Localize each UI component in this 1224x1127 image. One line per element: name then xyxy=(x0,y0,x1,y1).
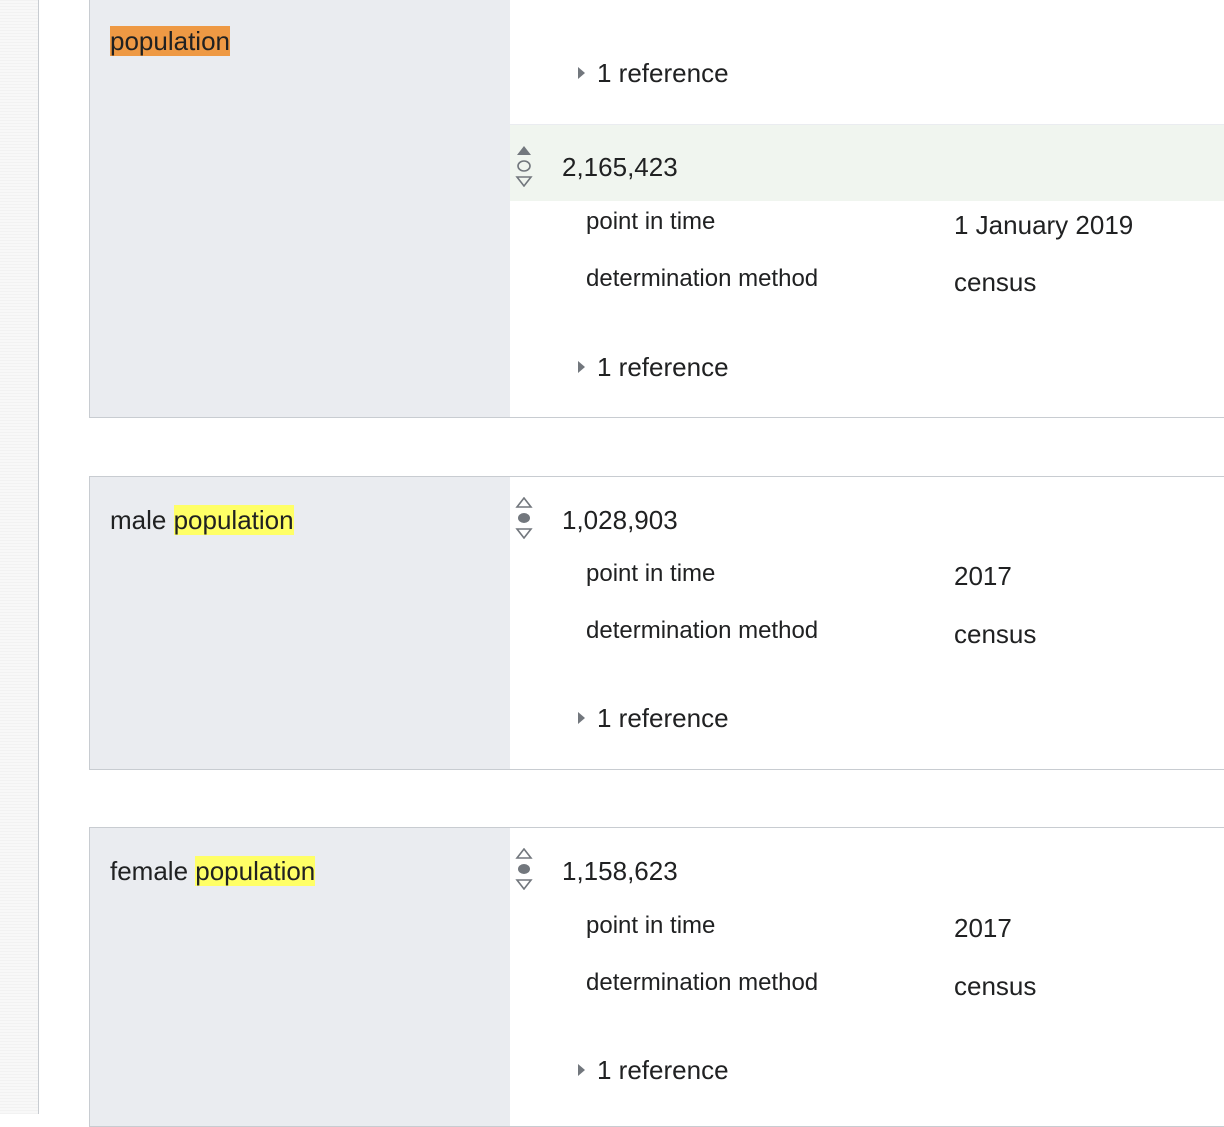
property-label-prefix: female xyxy=(110,856,196,886)
property-cell: female population xyxy=(90,828,510,1126)
statement-group-population: population 1 reference 2,165,423 point i… xyxy=(89,0,1224,418)
property-label[interactable]: female population xyxy=(110,855,316,887)
qualifier-value[interactable]: census xyxy=(954,266,1036,298)
references-toggle[interactable]: 1 reference xyxy=(578,57,729,89)
references-label: 1 reference xyxy=(597,58,729,88)
find-match-current: population xyxy=(110,26,230,56)
rank-selector-icon[interactable] xyxy=(515,145,533,187)
expand-triangle-icon xyxy=(578,1064,585,1076)
references-toggle[interactable]: 1 reference xyxy=(578,351,729,383)
statement-value[interactable]: 2,165,423 xyxy=(562,151,678,183)
find-match: population xyxy=(195,856,316,886)
rank-selector-icon[interactable] xyxy=(515,497,533,539)
property-cell: population xyxy=(90,0,510,417)
references-toggle[interactable]: 1 reference xyxy=(578,702,729,734)
qualifier-property[interactable]: determination method xyxy=(586,968,818,998)
statement: 1,158,623 point in time 2017 determinati… xyxy=(510,828,1224,1126)
property-label[interactable]: population xyxy=(110,25,230,57)
statement: 1,028,903 point in time 2017 determinati… xyxy=(510,477,1224,769)
statement-value[interactable]: 1,028,903 xyxy=(562,504,678,536)
find-match: population xyxy=(173,505,294,535)
references-toggle[interactable]: 1 reference xyxy=(578,1054,729,1086)
qualifier-value[interactable]: 1 January 2019 xyxy=(954,209,1133,241)
references-label: 1 reference xyxy=(597,703,729,733)
references-label: 1 reference xyxy=(597,352,729,382)
qualifier-value[interactable]: census xyxy=(954,970,1036,1002)
qualifier-property[interactable]: point in time xyxy=(586,559,715,589)
property-label-prefix: male xyxy=(110,505,174,535)
qualifier-value[interactable]: census xyxy=(954,618,1036,650)
expand-triangle-icon xyxy=(578,712,585,724)
property-label[interactable]: male population xyxy=(110,504,294,536)
qualifier-property[interactable]: determination method xyxy=(586,616,818,646)
statement: 1 reference xyxy=(510,0,1224,125)
expand-triangle-icon xyxy=(578,67,585,79)
qualifier-value[interactable]: 2017 xyxy=(954,912,1012,944)
qualifier-property[interactable]: point in time xyxy=(586,207,715,237)
qualifier-property[interactable]: point in time xyxy=(586,911,715,941)
expand-triangle-icon xyxy=(578,361,585,373)
statement-group-female-population: female population 1,158,623 point in tim… xyxy=(89,827,1224,1127)
qualifier-property[interactable]: determination method xyxy=(586,264,818,294)
references-label: 1 reference xyxy=(597,1055,729,1085)
statement: 2,165,423 point in time 1 January 2019 d… xyxy=(510,125,1224,419)
qualifier-value[interactable]: 2017 xyxy=(954,560,1012,592)
left-gutter xyxy=(0,0,39,1114)
statement-value[interactable]: 1,158,623 xyxy=(562,855,678,887)
rank-selector-icon[interactable] xyxy=(515,848,533,890)
statement-group-male-population: male population 1,028,903 point in time … xyxy=(89,476,1224,770)
property-cell: male population xyxy=(90,477,510,769)
